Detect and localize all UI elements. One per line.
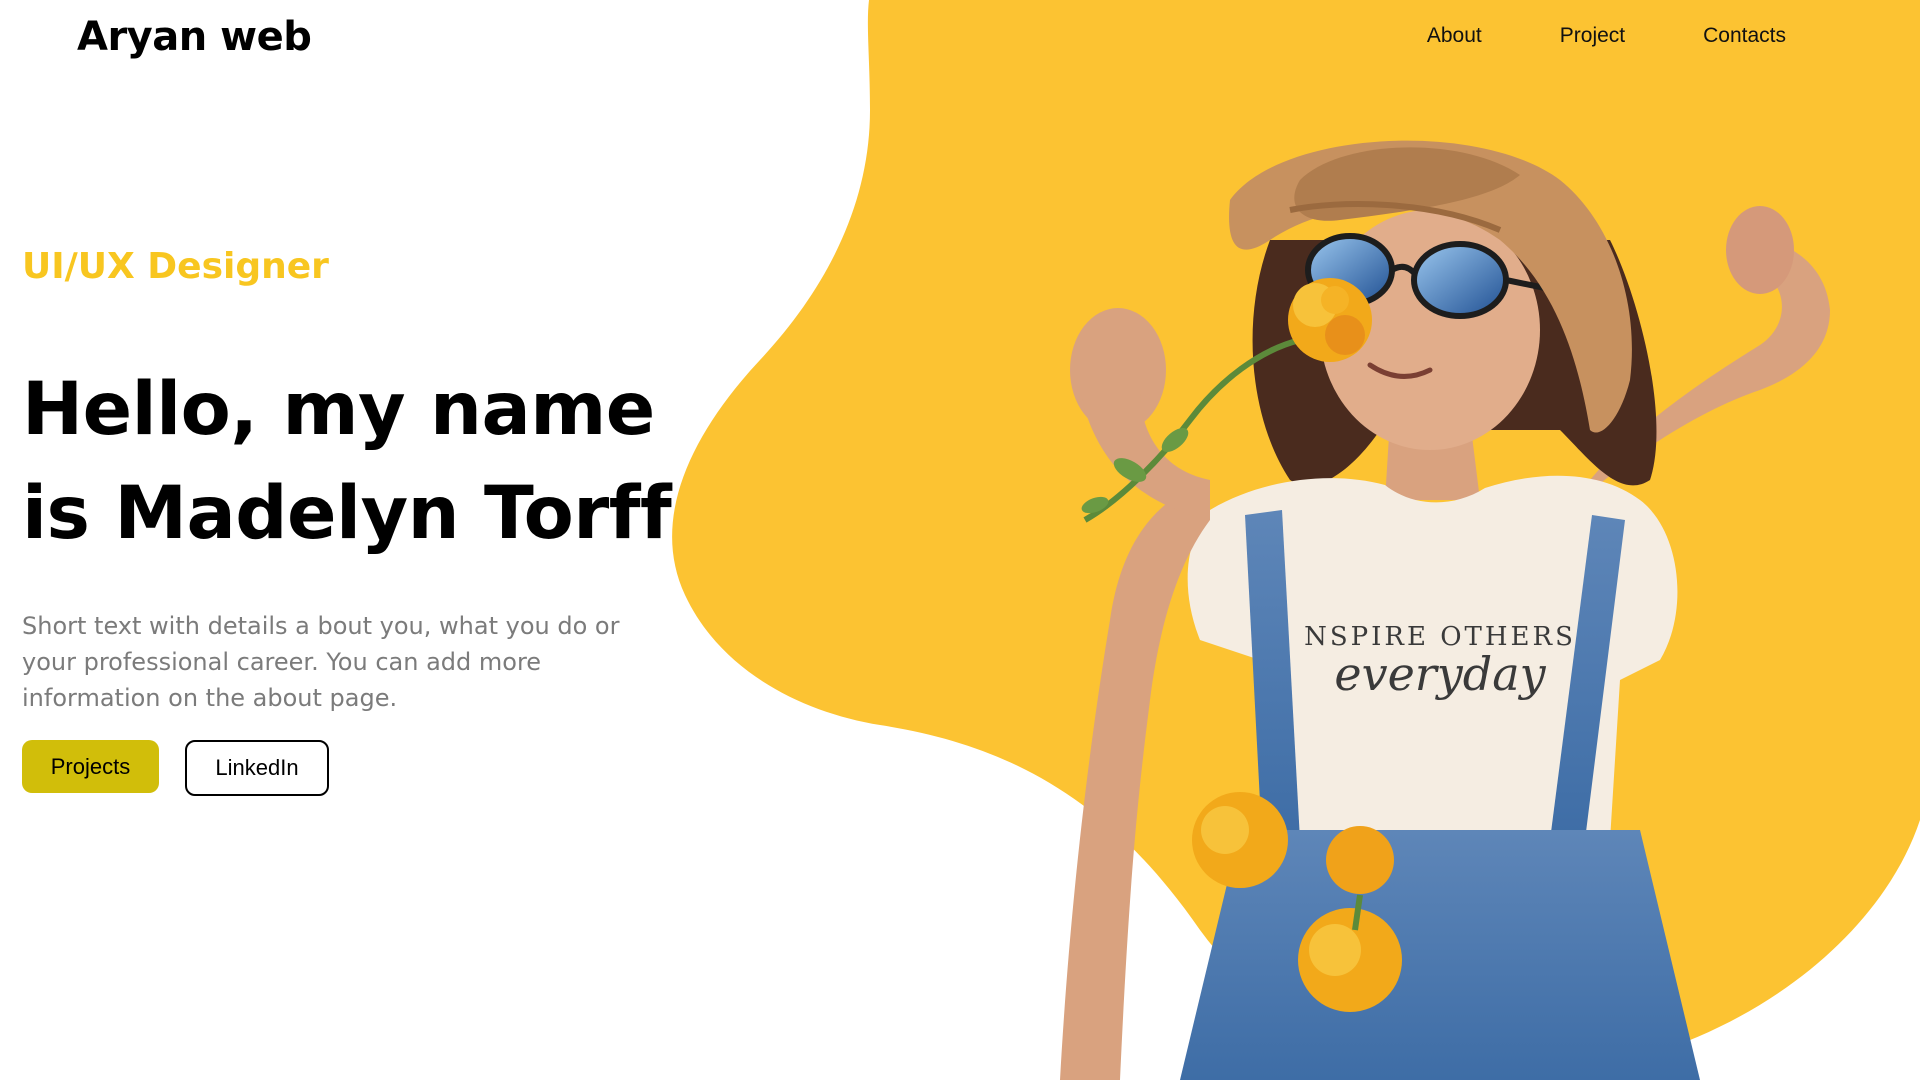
hero-headline: Hello, my name is Madelyn Torff xyxy=(22,358,702,566)
role-subtitle: UI/UX Designer xyxy=(22,246,329,287)
left-arm xyxy=(1060,480,1210,1080)
linkedin-button[interactable]: LinkedIn xyxy=(185,740,329,796)
nav-link-about[interactable]: About xyxy=(1427,24,1482,48)
headline-line-1: Hello, my name xyxy=(22,367,655,452)
site-logo[interactable]: Aryan web xyxy=(77,14,312,60)
hero-description: Short text with details a bout you, what… xyxy=(22,612,620,712)
projects-button[interactable]: Projects xyxy=(22,740,159,793)
shirt-print-line-2: everyday xyxy=(1334,647,1546,701)
main-nav: About Project Contacts xyxy=(1427,24,1786,48)
hero-portrait-image: NSPIRE OTHERS everyday xyxy=(1060,140,1830,1080)
raised-hand xyxy=(1726,206,1794,294)
headline-line-2: is Madelyn Torff xyxy=(22,471,672,556)
nav-link-contacts[interactable]: Contacts xyxy=(1703,24,1786,48)
flower-bloom xyxy=(1288,278,1372,362)
nav-link-project[interactable]: Project xyxy=(1560,24,1625,48)
hero-buttons: Projects LinkedIn xyxy=(22,740,329,796)
